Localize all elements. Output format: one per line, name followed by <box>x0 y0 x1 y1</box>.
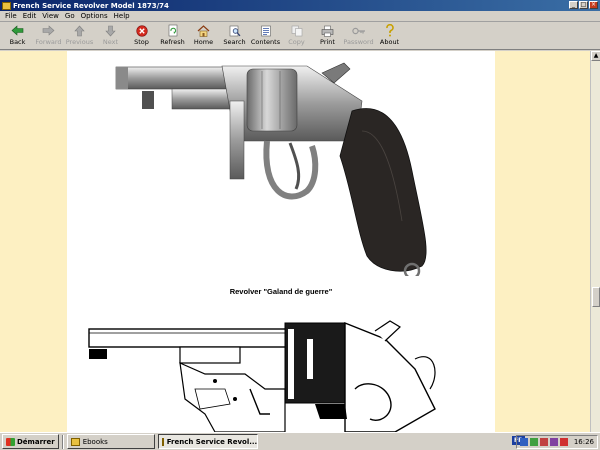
search-button[interactable]: Search <box>219 22 250 49</box>
menu-go[interactable]: Go <box>62 12 78 20</box>
search-icon <box>228 24 242 37</box>
antivirus-icon[interactable] <box>539 438 548 446</box>
copy-button[interactable]: Copy <box>281 22 312 49</box>
figure-caption: Revolver "Galand de guerre" <box>229 287 333 296</box>
clock[interactable]: 16:26 <box>574 438 594 446</box>
document-view[interactable]: Revolver "Galand de guerre" <box>0 51 590 432</box>
home-button[interactable]: Home <box>188 22 219 49</box>
stop-icon <box>135 24 149 37</box>
home-icon <box>197 24 211 37</box>
menu-view[interactable]: View <box>39 12 62 20</box>
print-icon <box>321 24 335 37</box>
vertical-scrollbar[interactable]: ▲ <box>590 51 600 432</box>
refresh-button[interactable]: Refresh <box>157 22 188 49</box>
media-icon[interactable] <box>559 438 568 446</box>
back-arrow-icon <box>11 24 25 37</box>
menu-edit[interactable]: Edit <box>20 12 40 20</box>
stop-button[interactable]: Stop <box>126 22 157 49</box>
scroll-up-button[interactable]: ▲ <box>591 51 600 61</box>
print-button[interactable]: Print <box>312 22 343 49</box>
window-title: French Service Revolver Model 1873/74 <box>13 1 169 10</box>
minimize-button[interactable]: _ <box>569 1 578 9</box>
taskbar: Démarrer Ebooks French Service Revol... … <box>0 432 600 450</box>
menu-file[interactable]: File <box>2 12 20 20</box>
forward-arrow-icon <box>42 24 56 37</box>
up-arrow-icon <box>73 24 87 37</box>
app-icon[interactable] <box>549 438 558 446</box>
previous-button[interactable]: Previous <box>64 22 95 49</box>
menu-options[interactable]: Options <box>78 12 111 20</box>
book-icon <box>2 1 11 10</box>
security-icon[interactable] <box>529 438 538 446</box>
refresh-icon <box>166 24 180 37</box>
copy-icon <box>290 24 304 37</box>
contents-icon <box>259 24 273 37</box>
scroll-thumb[interactable] <box>592 287 600 307</box>
book-icon <box>161 437 164 446</box>
key-icon <box>351 24 366 37</box>
folder-icon <box>70 437 80 446</box>
maximize-button[interactable]: □ <box>579 1 588 9</box>
revolver-diagram-image <box>88 320 436 432</box>
system-tray: 16:26 <box>515 435 598 449</box>
window-controls: _ □ × <box>569 1 598 9</box>
forward-button[interactable]: Forward <box>33 22 64 49</box>
window-title-bar[interactable]: French Service Revolver Model 1873/74 _ … <box>0 0 600 11</box>
question-icon <box>383 24 397 37</box>
windows-logo-icon <box>6 437 15 446</box>
page: Revolver "Galand de guerre" <box>67 51 495 432</box>
taskbar-item-ebooks[interactable]: Ebooks <box>66 434 155 449</box>
network-icon[interactable] <box>519 438 528 446</box>
close-button[interactable]: × <box>589 1 598 9</box>
down-arrow-icon <box>104 24 118 37</box>
contents-button[interactable]: Contents <box>250 22 281 49</box>
menu-help[interactable]: Help <box>111 12 133 20</box>
taskbar-separator <box>61 434 64 449</box>
toolbar: Back Forward Previous Next Stop Refresh <box>0 22 600 50</box>
revolver-photo-image <box>115 62 427 276</box>
start-button[interactable]: Démarrer <box>2 434 59 449</box>
password-button[interactable]: Password <box>343 22 374 49</box>
menu-bar: File Edit View Go Options Help <box>0 11 600 22</box>
taskbar-item-ebook-window[interactable]: French Service Revol... <box>157 434 258 449</box>
back-button[interactable]: Back <box>2 22 33 49</box>
about-button[interactable]: About <box>374 22 405 49</box>
next-button[interactable]: Next <box>95 22 126 49</box>
